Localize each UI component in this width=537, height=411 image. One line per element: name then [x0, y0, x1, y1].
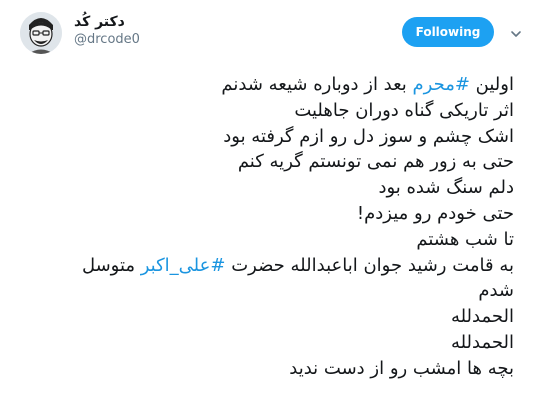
tweet-line-10: الحمدلله — [450, 306, 514, 328]
tweet-text-segment: اولین — [469, 74, 514, 95]
cartoon-avatar-icon — [20, 12, 62, 54]
chevron-down-icon — [511, 31, 521, 37]
tweet-text-segment: متوسل — [81, 254, 141, 276]
tweet-line-7: تا شب هشتم — [416, 228, 514, 250]
tweet-line-8: به قامت رشید جوان اباعبدالله حضرت #علی_ا… — [14, 253, 514, 279]
tweet-line-6: حتی خودم رو میزدم! — [356, 202, 514, 224]
tweet-line-9: شدم — [478, 280, 514, 302]
tweet-text-segment: به قامت رشید جوان اباعبدالله حضرت — [225, 254, 514, 276]
tweet-line-1: اولین #محرم بعد از دوباره شیعه شدنم — [14, 72, 514, 98]
following-button[interactable]: Following — [402, 17, 494, 47]
tweet-text: اولین #محرم بعد از دوباره شیعه شدنم اثر … — [14, 72, 514, 382]
avatar[interactable] — [20, 12, 62, 54]
tweet-line-2: اثر تاریکی گناه دوران جاهلیت — [294, 99, 514, 121]
author-display-name[interactable]: دکتر کُد — [74, 12, 140, 32]
tweet-line-3: اشک چشم و سوز دل رو ازم گرفته بود — [223, 125, 514, 147]
user-info: دکتر کُد @drcode0 — [74, 12, 140, 46]
tweet-menu-button[interactable] — [509, 26, 523, 40]
tweet-line-11: الحمدلله — [450, 331, 514, 353]
tweet-text-segment: بعد از دوباره شیعه شدنم — [221, 74, 413, 95]
tweet-line-12: بچه ها امشب رو از دست ندید — [289, 357, 514, 379]
hashtag-link[interactable]: #محرم — [413, 74, 470, 95]
hashtag-link[interactable]: #علی_اکبر — [141, 255, 226, 276]
tweet-line-4: حتی به زور هم نمی تونستم گریه کنم — [237, 151, 514, 173]
tweet-line-5: دلم سنگ شده بود — [378, 177, 514, 199]
author-handle[interactable]: @drcode0 — [74, 33, 140, 46]
